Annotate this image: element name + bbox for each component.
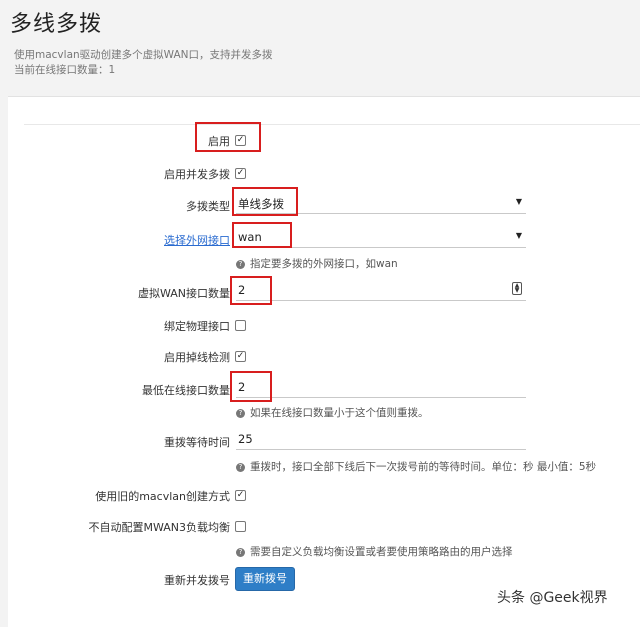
number-spinner-icon[interactable]: ▲ ▼ — [512, 282, 522, 295]
highlight-box-dial-type — [232, 187, 298, 216]
concurrent-dial-label: 启用并发多拨 — [164, 168, 230, 181]
min-online-label: 最低在线接口数量 — [142, 384, 230, 397]
help-icon: ? — [236, 463, 245, 472]
highlight-box-vwan-count — [230, 276, 272, 305]
redial-wait-input[interactable]: 25 — [236, 429, 526, 450]
vwan-count-label: 虚拟WAN接口数量 — [137, 287, 230, 300]
dial-type-label: 多拨类型 — [186, 200, 230, 213]
highlight-box-min-online — [230, 371, 272, 402]
bind-physical-label: 绑定物理接口 — [164, 320, 230, 333]
vwan-count-input[interactable]: 2 ▲ ▼ — [236, 280, 526, 301]
section-divider — [24, 124, 640, 125]
bind-physical-checkbox[interactable] — [235, 320, 246, 331]
dropdown-arrow-icon: ▼ — [515, 197, 522, 206]
no-mwan3-checkbox[interactable] — [235, 521, 246, 532]
watermark: 头条 @Geek视界 — [497, 590, 608, 606]
dropdown-arrow-icon: ▼ — [515, 231, 522, 240]
help-icon: ? — [236, 260, 245, 269]
page-description: 使用macvlan驱动创建多个虚拟WAN口，支持并发多拨 — [14, 49, 273, 61]
redial-label: 重新并发拨号 — [164, 574, 230, 587]
page-title: 多线多拨 — [10, 12, 103, 37]
no-mwan3-label: 不自动配置MWAN3负载均衡 — [88, 521, 230, 534]
min-online-input[interactable]: 2 — [236, 377, 526, 398]
redial-button[interactable]: 重新拨号 — [235, 567, 295, 591]
help-icon: ? — [236, 548, 245, 557]
highlight-box-enable — [195, 122, 261, 152]
highlight-box-external-interface — [232, 222, 292, 248]
concurrent-dial-checkbox[interactable]: ✓ — [235, 168, 246, 179]
external-interface-hint: ? 指定要多拨的外网接口，如wan — [236, 256, 398, 271]
redial-wait-hint: ? 重拨时，接口全部下线后下一次拨号前的等待时间。单位：秒 最小值：5秒 — [236, 459, 596, 474]
old-macvlan-checkbox[interactable]: ✓ — [235, 490, 246, 501]
external-interface-link[interactable]: 选择外网接口 — [164, 232, 230, 248]
redial-wait-value: 25 — [238, 432, 253, 446]
no-mwan3-hint: ? 需要自定义负载均衡设置或者要使用策略路由的用户选择 — [236, 544, 513, 559]
help-icon: ? — [236, 409, 245, 418]
old-macvlan-label: 使用旧的macvlan创建方式 — [95, 490, 230, 503]
drop-detect-checkbox[interactable]: ✓ — [235, 351, 246, 362]
redial-wait-label: 重拨等待时间 — [164, 436, 230, 449]
drop-detect-label: 启用掉线检测 — [164, 351, 230, 364]
min-online-hint: ? 如果在线接口数量小于这个值则重拨。 — [236, 405, 429, 420]
online-interface-count: 当前在线接口数量：1 — [14, 64, 116, 76]
